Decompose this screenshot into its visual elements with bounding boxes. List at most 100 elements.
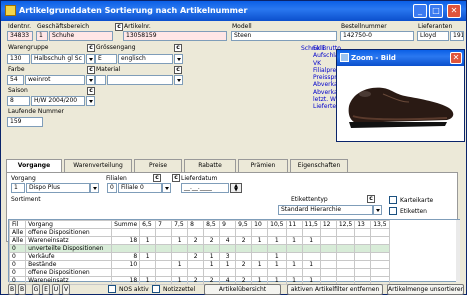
material-lookup-button[interactable]: c (174, 66, 182, 74)
grid-cell[interactable]: 1 (171, 276, 189, 285)
grid-cell[interactable] (354, 236, 372, 245)
grid-cell[interactable] (354, 228, 372, 237)
grid-cell[interactable] (111, 268, 141, 277)
nav-u-button[interactable]: U (52, 284, 60, 295)
warengruppe-field[interactable]: Halbschuh gl Sc (31, 54, 85, 64)
vorgang-dropdown[interactable] (90, 183, 99, 193)
grid-cell[interactable]: 10 (111, 260, 141, 269)
filiale-dropdown[interactable] (162, 183, 171, 193)
lieferant-field[interactable]: Lloyd (417, 31, 449, 41)
lieferdatum-lookup-button[interactable]: c (172, 174, 180, 182)
laufende-field[interactable]: 159 (7, 117, 43, 127)
grid-cell[interactable]: Alle (8, 236, 27, 245)
grid-row[interactable]: 0 unverteilte Dispositionen (8, 244, 390, 253)
grid-cell[interactable] (235, 268, 253, 277)
grid-cell[interactable] (155, 252, 173, 261)
grid-cell[interactable]: offene Dispositionen (25, 268, 113, 277)
grid-cell[interactable] (187, 244, 205, 253)
grid-cell[interactable]: Wareneinsatz (25, 236, 113, 245)
grid-cell[interactable]: 1 (139, 252, 157, 261)
saison-code-field[interactable]: 8 (7, 96, 30, 106)
grid-cell[interactable] (111, 228, 141, 237)
grid-cell[interactable] (370, 268, 390, 277)
grid-cell[interactable] (155, 268, 173, 277)
grid-cell[interactable] (301, 268, 321, 277)
grid-cell[interactable] (285, 228, 303, 237)
grid-cell[interactable]: 0 (8, 252, 27, 261)
grid-cell[interactable]: 2 (235, 236, 253, 245)
tab-warenverteilung[interactable]: Warenverteilung (64, 159, 132, 172)
nav-b2-button[interactable]: B (18, 284, 26, 295)
grid-cell[interactable] (370, 244, 390, 253)
artikelnr-field[interactable]: 13058159 (123, 31, 227, 41)
grid-cell[interactable] (285, 268, 303, 277)
grid-cell[interactable] (219, 268, 237, 277)
lieferdatum-spinner[interactable]: ▲ ▼ (230, 183, 242, 193)
grid-cell[interactable] (203, 244, 221, 253)
grid-cell[interactable] (187, 268, 205, 277)
grid-cell[interactable]: 1 (251, 260, 269, 269)
grid-cell[interactable]: 3 (219, 252, 237, 261)
tab-rabatte[interactable]: Rabatte (184, 159, 236, 172)
grid-cell[interactable] (139, 260, 157, 269)
grid-cell[interactable] (155, 260, 173, 269)
grid-cell[interactable] (155, 236, 173, 245)
grid-cell[interactable]: 2 (203, 236, 221, 245)
grid-cell[interactable] (267, 228, 287, 237)
grid-cell[interactable] (319, 252, 337, 261)
grid-cell[interactable]: 1 (285, 260, 303, 269)
vorgang-field[interactable]: Dispo Plus (26, 183, 90, 193)
grid-cell[interactable] (139, 268, 157, 277)
grid-cell[interactable]: 18 (111, 236, 141, 245)
grid-cell[interactable] (139, 244, 157, 253)
grid-scrollbar[interactable] (456, 220, 460, 282)
nav-e-button[interactable]: E (42, 284, 50, 295)
grid-cell[interactable] (285, 252, 303, 261)
notizzettel-checkbox[interactable] (152, 285, 160, 293)
grid-cell[interactable]: 1 (267, 260, 287, 269)
grid-cell[interactable]: 1 (219, 260, 237, 269)
minimize-button[interactable]: _ (413, 4, 427, 18)
grid-cell[interactable]: 2 (187, 236, 205, 245)
nav-b1-button[interactable]: B (8, 284, 16, 295)
grid-cell[interactable] (319, 260, 337, 269)
grid-cell[interactable] (235, 252, 253, 261)
grid-cell[interactable] (301, 252, 321, 261)
grid-cell[interactable] (267, 268, 287, 277)
grid-cell[interactable] (335, 268, 356, 277)
grid-cell[interactable]: unverteilte Dispositionen (25, 244, 113, 253)
grid-cell[interactable]: 1 (203, 252, 221, 261)
artikeluebersicht-button[interactable]: Artikelübersicht (204, 284, 281, 295)
grid-cell[interactable] (319, 244, 337, 253)
grid-cell[interactable] (370, 236, 390, 245)
filiale-code-field[interactable]: 0 (107, 183, 117, 193)
grid-cell[interactable] (354, 244, 372, 253)
nav-v-button[interactable]: V (62, 284, 70, 295)
farbe-code-field[interactable]: 54 (7, 75, 24, 85)
grid-cell[interactable] (335, 252, 356, 261)
grid-cell[interactable] (187, 260, 205, 269)
grid-cell[interactable]: 1 (301, 236, 321, 245)
karteikarte-checkbox[interactable] (389, 196, 397, 204)
groessengang-lookup-button[interactable]: c (174, 44, 182, 52)
nav-g-button[interactable]: G (32, 284, 40, 295)
grid-cell[interactable] (370, 252, 390, 261)
grid-cell[interactable] (155, 244, 173, 253)
saison-field[interactable]: H/W 2004/200 (31, 96, 85, 106)
grid-cell[interactable] (203, 228, 221, 237)
geschaeft-code-field[interactable]: 1 (36, 31, 48, 41)
modell-field[interactable]: Steen (231, 31, 337, 41)
groessengang-field[interactable]: englisch (118, 54, 173, 64)
tab-preise[interactable]: Preise (134, 159, 182, 172)
warengruppe-lookup-button[interactable]: c (87, 44, 95, 52)
saison-lookup-button[interactable]: c (87, 87, 95, 95)
grid-cell[interactable]: 1 (171, 236, 189, 245)
grid-cell[interactable]: 1 (139, 236, 157, 245)
grid-cell[interactable]: Verkäufe (25, 252, 113, 261)
grid-cell[interactable]: Bestände (25, 260, 113, 269)
material-field[interactable] (107, 75, 173, 85)
material-code-field[interactable] (95, 75, 106, 85)
grid-cell[interactable] (155, 228, 173, 237)
grid-cell[interactable] (335, 228, 356, 237)
groessengang-code-field[interactable]: E (95, 54, 117, 64)
